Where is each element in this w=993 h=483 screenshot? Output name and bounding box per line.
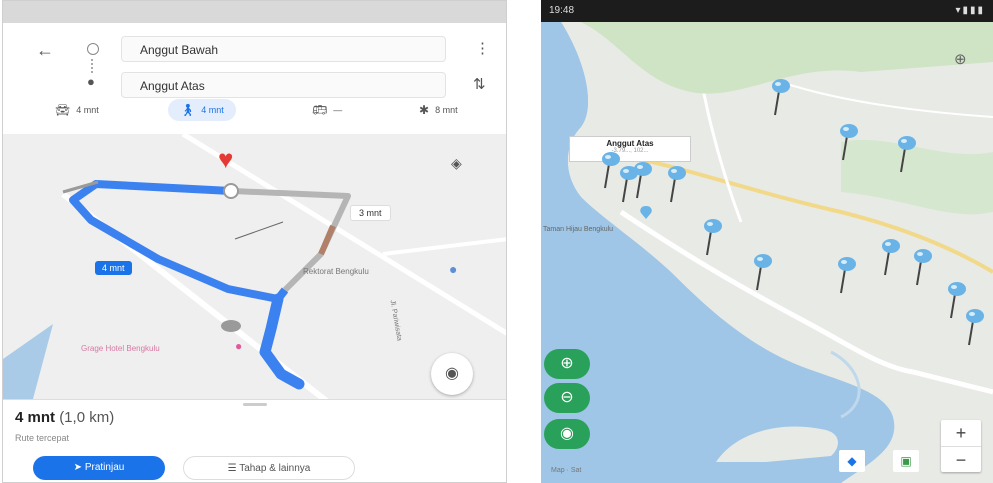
map-place-label: Taman Hijau Bengkulu (543, 226, 614, 233)
map-attribution: Map · Sat (551, 467, 582, 474)
zoom-out-button[interactable]: − (941, 446, 981, 473)
back-arrow-icon[interactable]: ← (36, 41, 54, 59)
summary-line: 4 mnt (1,0 km) (15, 409, 114, 426)
mode-transit[interactable]: 🚌︎ — (312, 99, 342, 121)
map-pin-icon[interactable] (911, 247, 933, 287)
steps-button[interactable]: ☰ Tahap & lainnya (183, 456, 355, 480)
zoom-in-button[interactable]: + (941, 420, 981, 446)
list-icon: ☰ (227, 463, 240, 474)
info-title: Anggut Atas (606, 139, 654, 148)
destination-field[interactable]: Anggut Atas (121, 72, 446, 98)
preview-label: Pratinjau (84, 462, 125, 473)
mode-walk[interactable]: 🚶︎ 4 mnt (168, 99, 236, 121)
place-label-2[interactable]: Grage Hotel Bengkulu (81, 344, 160, 353)
status-icons: ▾▮▮▮ (955, 5, 985, 16)
mode-transit-time: — (333, 105, 343, 115)
zoom-in-fab[interactable]: ⊕ (544, 349, 590, 379)
info-subtitle: -3.79..., 102... (611, 148, 649, 154)
zoom-out-icon: ⊖ (560, 389, 574, 406)
map-pin-icon[interactable] (963, 307, 985, 347)
summary-note: Rute tercepat (15, 433, 70, 443)
open-in-maps-button[interactable]: ▣ (893, 450, 919, 472)
map-pin-icon[interactable] (895, 134, 917, 174)
view-fab[interactable]: ◉ (544, 419, 590, 449)
alt-route-chip[interactable]: 3 mnt (350, 205, 391, 221)
more-options-icon[interactable]: ⋮ (475, 41, 490, 56)
destination-pin-icon: ● (87, 74, 95, 89)
pins-map[interactable]: ⊕ Anggut Atas -3.79..., 102... Taman Hij… (541, 22, 993, 483)
swap-icon[interactable]: ⇅ (473, 77, 486, 92)
car-icon: 🚘︎ (55, 103, 71, 117)
mode-car[interactable]: 🚘︎ 4 mnt (55, 99, 99, 121)
summary-time: 4 mnt (15, 409, 56, 426)
target-icon: ◉ (445, 365, 459, 382)
route-connector (91, 59, 95, 73)
destination-marker-icon[interactable]: ♥ (218, 146, 233, 172)
right-phone-screen: 19:48 ▾▮▮▮ ⊕ Anggut Atas -3.79..., 102..… (541, 0, 993, 483)
sheet-handle[interactable] (243, 403, 267, 406)
zoom-out-fab[interactable]: ⊖ (544, 383, 590, 413)
steps-label: Tahap & lainnya (239, 463, 311, 474)
status-bar: 19:48 ▾▮▮▮ (541, 0, 993, 22)
map-pin-icon[interactable] (769, 77, 791, 117)
map-pin-icon[interactable] (665, 164, 687, 204)
left-phone-screen: ← ● Anggut Bawah Anggut Atas ⋮ ⇅ 🚘︎ 4 mnt… (2, 0, 507, 483)
mode-walk-time: 4 mnt (201, 105, 224, 115)
origin-dot-icon (87, 43, 99, 55)
map-pin-icon[interactable] (835, 255, 857, 295)
directions-icon: ◆ (847, 454, 857, 468)
route-map[interactable]: ♥ ◈ 4 mnt 3 mnt Rektorat Bengkulu ● Grag… (3, 134, 506, 399)
place-label-1[interactable]: Rektorat Bengkulu (303, 267, 369, 276)
zoom-controls: + − (941, 420, 981, 472)
route-summary-sheet[interactable]: 4 mnt (1,0 km) Rute tercepat ➤ Pratinjau… (3, 399, 506, 482)
route-time-chip[interactable]: 4 mnt (95, 261, 132, 275)
status-bar (3, 1, 506, 23)
map-pin-icon[interactable] (635, 202, 657, 242)
preview-button[interactable]: ➤ Pratinjau (33, 456, 165, 480)
zoom-in-icon: ⊕ (560, 355, 574, 372)
map-pin-icon[interactable] (701, 217, 723, 257)
origin-field[interactable]: Anggut Bawah (121, 36, 446, 62)
layers-icon[interactable]: ◈ (451, 156, 462, 170)
navigation-icon: ➤ (73, 462, 85, 473)
eye-icon: ◉ (560, 425, 574, 442)
directions-button[interactable]: ◆ (839, 450, 865, 472)
map-pin-icon[interactable] (837, 122, 859, 162)
mode-bike-time: 8 mnt (435, 105, 458, 115)
bus-icon: 🚌︎ (312, 103, 328, 117)
hotel-pin-icon[interactable]: ● (235, 340, 242, 352)
maps-icon: ▣ (900, 454, 912, 468)
map-pin-icon[interactable] (751, 252, 773, 292)
marker-info-window[interactable]: Anggut Atas -3.79..., 102... (569, 136, 691, 162)
summary-distance: (1,0 km) (59, 409, 115, 426)
bike-icon: ✱ (419, 103, 430, 117)
walk-icon: 🚶︎ (180, 103, 196, 117)
place-pin-icon[interactable]: ● (449, 262, 457, 276)
map-pin-icon[interactable] (631, 160, 653, 200)
my-location-button[interactable]: ◉ (431, 353, 473, 395)
mode-car-time: 4 mnt (76, 105, 99, 115)
map-pin-icon[interactable] (879, 237, 901, 277)
compass-icon[interactable]: ⊕ (954, 52, 967, 67)
route-map-graphic (3, 134, 506, 399)
status-time: 19:48 (549, 5, 575, 16)
mode-bike[interactable]: ✱ 8 mnt (419, 99, 458, 121)
